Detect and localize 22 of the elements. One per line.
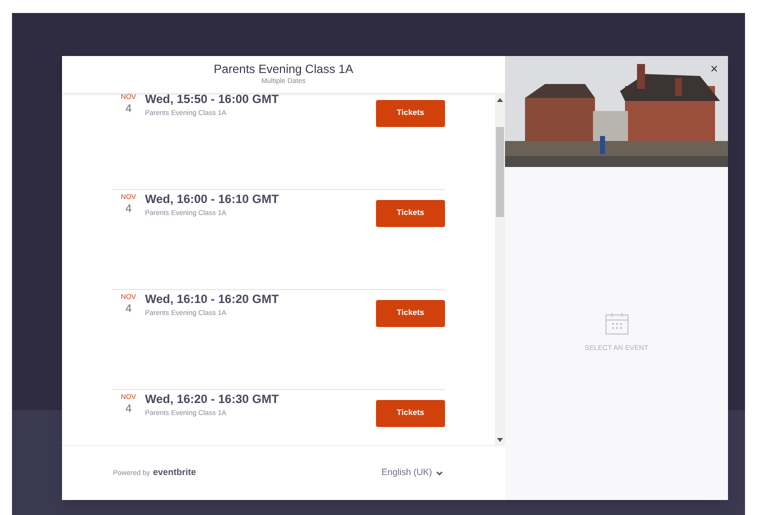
- chevron-down-icon: [436, 470, 443, 476]
- event-title: Parents Evening Class 1A: [214, 62, 354, 77]
- brand-link[interactable]: eventbrite: [152, 466, 196, 480]
- day-label: 4: [125, 102, 132, 116]
- close-button[interactable]: ×: [710, 62, 718, 75]
- scroll-up-icon[interactable]: [497, 97, 503, 103]
- day-label: 4: [125, 202, 132, 216]
- scroll-down-icon[interactable]: [497, 437, 503, 443]
- event-time[interactable]: Wed, 16:00 - 16:10 GMT: [145, 192, 376, 207]
- tickets-button[interactable]: Tickets: [376, 100, 445, 126]
- scrollbar-thumb[interactable]: [496, 127, 504, 217]
- event-time[interactable]: Wed, 16:10 - 16:20 GMT: [145, 292, 376, 307]
- tickets-button[interactable]: Tickets: [376, 300, 445, 326]
- event-time[interactable]: Wed, 16:20 - 16:30 GMT: [145, 392, 376, 407]
- event-time[interactable]: Wed, 15:50 - 16:00 GMT: [145, 93, 376, 107]
- day-label: 4: [125, 302, 132, 316]
- language-dropdown[interactable]: English (UK): [381, 466, 443, 480]
- scrollbar[interactable]: [495, 93, 505, 445]
- day-label: 4: [125, 402, 132, 416]
- calendar-icon: [604, 312, 628, 336]
- tickets-button[interactable]: Tickets: [376, 200, 445, 226]
- tickets-button[interactable]: Tickets: [376, 400, 445, 426]
